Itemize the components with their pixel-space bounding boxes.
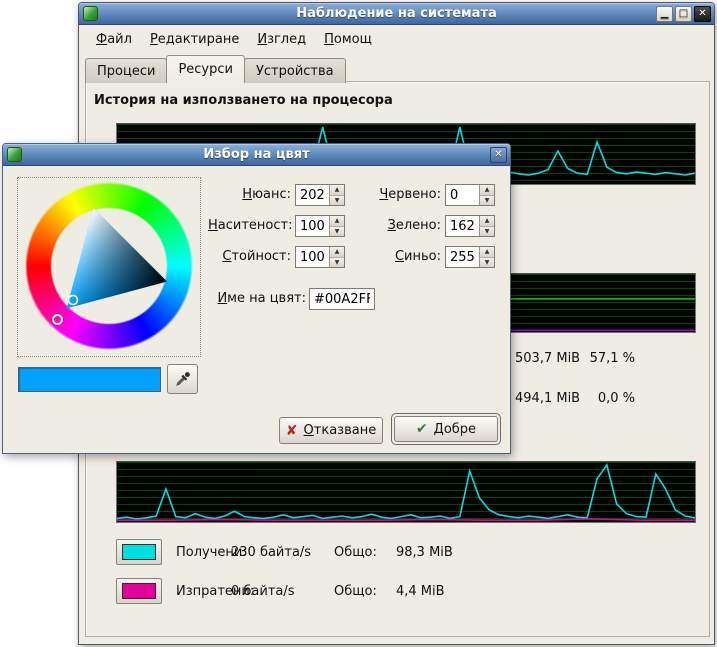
red-label: Червено: bbox=[358, 187, 441, 202]
sent-rate: 0 байта/s bbox=[231, 584, 334, 599]
menu-edit[interactable]: Редактиране bbox=[141, 29, 248, 50]
app-icon bbox=[83, 6, 98, 21]
default-button-frame: ✔ Добре bbox=[391, 413, 501, 445]
maximize-button[interactable]: □ bbox=[675, 6, 692, 22]
sent-color-swatch bbox=[122, 583, 156, 599]
value-label: Стойност: bbox=[208, 249, 291, 264]
main-titlebar[interactable]: Наблюдение на системата ▁ □ ✕ bbox=[79, 3, 714, 25]
hue-spinner: ▲▼ bbox=[295, 184, 345, 206]
tab-bar: Процеси Ресурси Устройства bbox=[85, 55, 345, 83]
hue-label: Нюанс: bbox=[208, 187, 291, 202]
hue-input[interactable] bbox=[296, 185, 329, 205]
value-spin-down-icon[interactable]: ▼ bbox=[330, 258, 344, 268]
blue-spinner: ▲▼ bbox=[445, 246, 495, 268]
close-button[interactable]: ✕ bbox=[694, 6, 711, 22]
received-label: Получени: bbox=[176, 545, 231, 560]
memory-used-percent: 57,1 % bbox=[577, 351, 635, 366]
color-wheel-area bbox=[17, 177, 201, 357]
hue-selector[interactable] bbox=[52, 314, 63, 325]
dialog-close-button[interactable]: ✕ bbox=[490, 147, 507, 163]
menubar: Файл Редактиране Изглед Помощ bbox=[79, 27, 714, 51]
dialog-titlebar[interactable]: Избор на цвят ✕ bbox=[3, 144, 510, 166]
green-input[interactable] bbox=[446, 216, 479, 236]
blue-spin-down-icon[interactable]: ▼ bbox=[480, 258, 494, 268]
received-rate: 230 байта/s bbox=[231, 545, 334, 560]
red-spin-down-icon[interactable]: ▼ bbox=[480, 196, 494, 206]
green-spin-up-icon[interactable]: ▲ bbox=[480, 216, 494, 227]
menu-view[interactable]: Изглед bbox=[248, 29, 315, 50]
memory-used-value: 503,7 MiB bbox=[515, 351, 580, 366]
received-total-label: Общо: bbox=[334, 545, 396, 560]
saturation-spin-up-icon[interactable]: ▲ bbox=[330, 216, 344, 227]
eyedropper-icon bbox=[174, 371, 191, 388]
value-input[interactable] bbox=[296, 247, 329, 267]
ok-button[interactable]: ✔ Добре bbox=[394, 416, 498, 442]
cancel-icon: ✘ bbox=[286, 423, 298, 439]
hue-spin-up-icon[interactable]: ▲ bbox=[330, 185, 344, 196]
saturation-label: Наситеност: bbox=[208, 218, 291, 233]
red-spin-up-icon[interactable]: ▲ bbox=[480, 185, 494, 196]
menu-file[interactable]: Файл bbox=[87, 29, 141, 50]
cancel-button[interactable]: ✘ Отказване bbox=[279, 417, 383, 444]
cpu-history-heading: История на използването на процесора bbox=[94, 93, 393, 108]
saturation-spin-down-icon[interactable]: ▼ bbox=[330, 227, 344, 237]
swap-used-value: 494,1 MiB bbox=[515, 391, 580, 406]
sent-color-button[interactable] bbox=[116, 578, 162, 604]
hsv-triangle[interactable] bbox=[25, 182, 193, 350]
red-input[interactable] bbox=[446, 185, 479, 205]
swap-used-percent: 0,0 % bbox=[577, 391, 635, 406]
cancel-button-label: Отказване bbox=[304, 423, 377, 438]
received-color-button[interactable] bbox=[116, 539, 162, 565]
ok-button-label: Добре bbox=[434, 422, 476, 437]
received-total: 98,3 MiB bbox=[396, 545, 453, 560]
color-preview bbox=[18, 367, 161, 392]
color-picker-dialog: Избор на цвят ✕ bbox=[2, 143, 511, 454]
sent-label: Изпратени: bbox=[176, 584, 231, 599]
network-received-row: Получени: 230 байта/s Общо: 98,3 MiB bbox=[116, 539, 453, 565]
saturation-spinner: ▲▼ bbox=[295, 215, 345, 237]
red-spinner: ▲▼ bbox=[445, 184, 495, 206]
value-spinner: ▲▼ bbox=[295, 246, 345, 268]
value-spin-up-icon[interactable]: ▲ bbox=[330, 247, 344, 258]
network-history-chart bbox=[116, 461, 696, 523]
network-sent-row: Изпратени: 0 байта/s Общо: 4,4 MiB bbox=[116, 578, 445, 604]
blue-input[interactable] bbox=[446, 247, 479, 267]
saturation-input[interactable] bbox=[296, 216, 329, 236]
blue-spin-up-icon[interactable]: ▲ bbox=[480, 247, 494, 258]
eyedropper-button[interactable] bbox=[167, 364, 198, 394]
tab-processes[interactable]: Процеси bbox=[85, 58, 167, 83]
color-name-input[interactable] bbox=[309, 288, 375, 310]
minimize-button[interactable]: ▁ bbox=[656, 6, 673, 22]
color-name-label: Име на цвят: bbox=[208, 291, 306, 306]
hue-spin-down-icon[interactable]: ▼ bbox=[330, 196, 344, 206]
tab-resources[interactable]: Ресурси bbox=[166, 55, 245, 83]
sent-total: 4,4 MiB bbox=[396, 584, 445, 599]
green-spinner: ▲▼ bbox=[445, 215, 495, 237]
received-color-swatch bbox=[122, 544, 156, 560]
green-spin-down-icon[interactable]: ▼ bbox=[480, 227, 494, 237]
menu-help[interactable]: Помощ bbox=[315, 29, 381, 50]
window-title: Наблюдение на системата bbox=[296, 6, 497, 21]
blue-label: Синьо: bbox=[358, 249, 441, 264]
tab-devices[interactable]: Устройства bbox=[244, 58, 346, 83]
green-label: Зелено: bbox=[358, 218, 441, 233]
dialog-title: Избор на цвят bbox=[203, 147, 309, 162]
sent-total-label: Общо: bbox=[334, 584, 396, 599]
ok-icon: ✔ bbox=[416, 421, 428, 437]
dialog-icon bbox=[7, 147, 22, 162]
